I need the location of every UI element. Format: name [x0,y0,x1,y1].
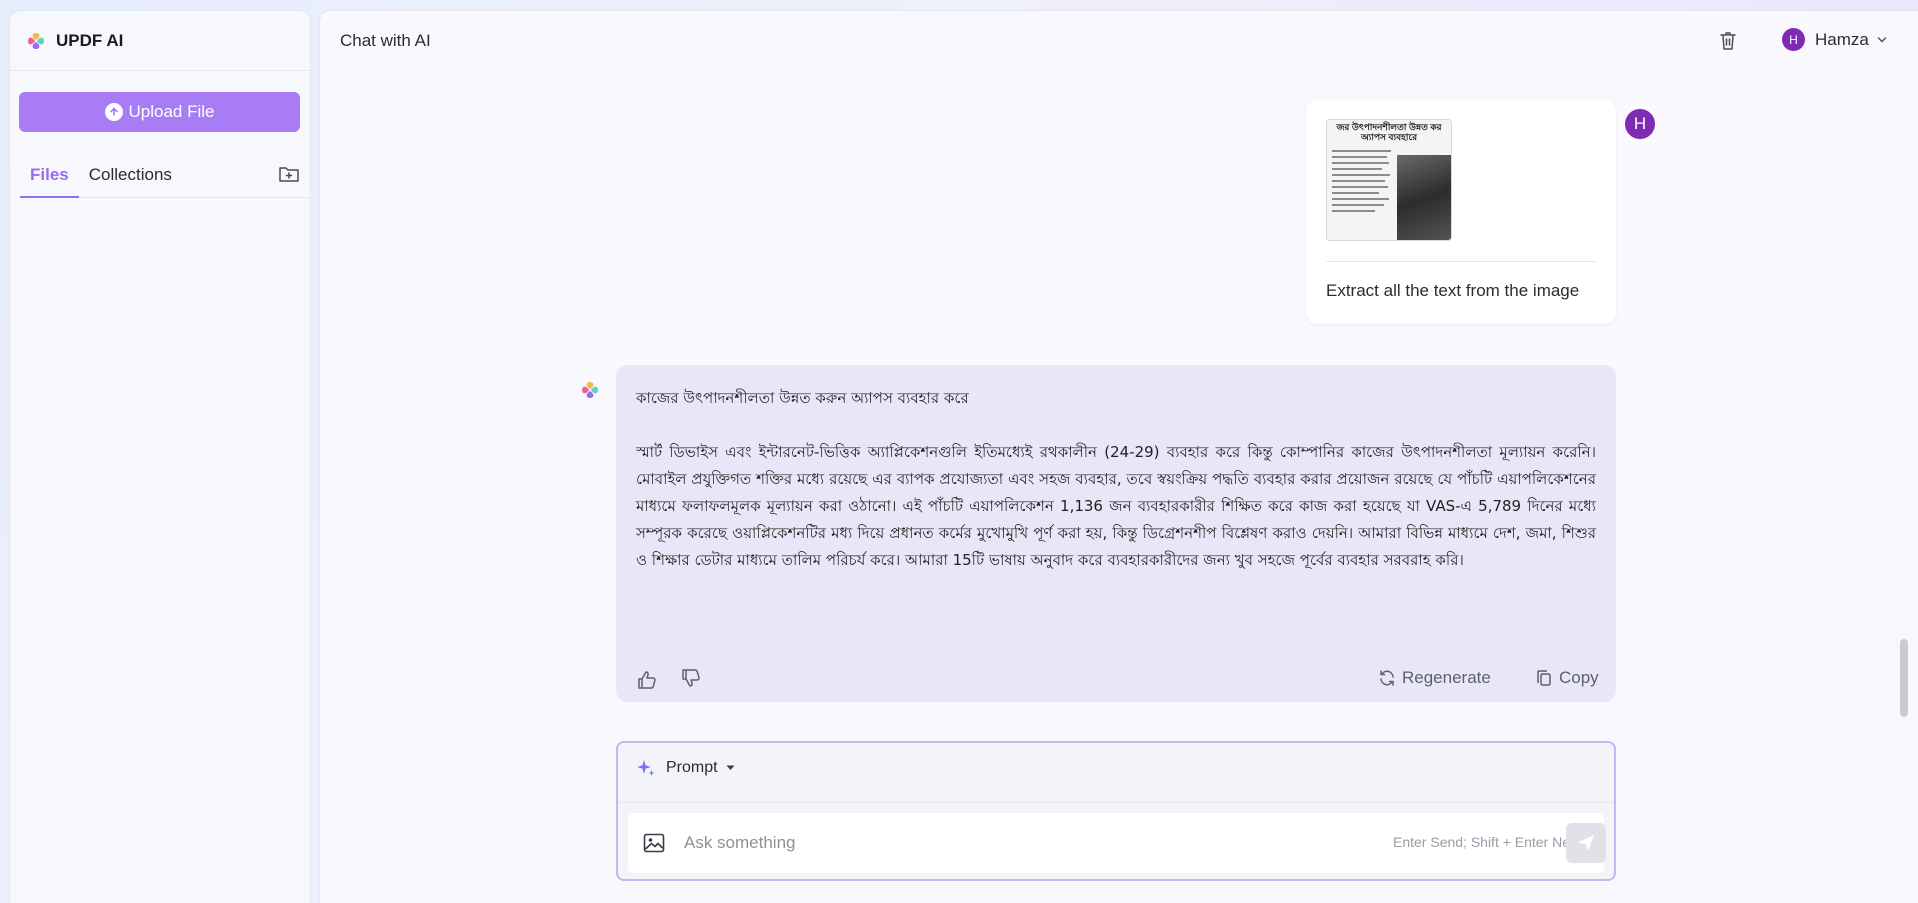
thumbnail-text-lines [1332,150,1394,216]
copy-label: Copy [1559,668,1599,687]
send-icon [1578,835,1594,851]
user-message-bubble: জর উৎপাদনশীলতা উন্নত কর অ্যাপস ব্যবহারে … [1306,99,1616,324]
send-button[interactable] [1566,823,1606,863]
caret-down-icon [726,765,735,770]
updf-logo-icon [28,32,44,49]
user-name: Hamza [1815,29,1869,49]
upload-file-button[interactable]: Upload File [19,92,300,132]
upload-arrow-icon [104,103,123,121]
user-avatar: H [1625,109,1655,139]
ai-message-title: কাজের উৎপাদনশীলতা উন্নত করুন অ্যাপস ব্যব… [636,389,969,407]
new-folder-icon[interactable] [278,164,300,184]
attached-image-thumbnail[interactable]: জর উৎপাদনশীলতা উন্নত কর অ্যাপস ব্যবহারে [1326,119,1452,241]
sidebar-tabs: Files Collections [20,154,310,198]
thumbnail-photo [1397,155,1451,240]
avatar: H [1782,28,1805,51]
ai-message-actions: Regenerate Copy [636,667,1599,693]
thumbs-down-icon[interactable] [680,667,702,689]
chat-panel: Chat with AI H Hamza জর উৎপাদনশীলতা উন্ন… [320,11,1918,903]
divider [618,802,1614,803]
composer: Prompt Enter Send; Shift + Enter Newline [616,741,1616,881]
copy-icon [1537,670,1551,686]
refresh-icon [1380,670,1394,686]
ai-message-bubble: কাজের উৎপাদনশীলতা উন্নত করুন অ্যাপস ব্যব… [616,365,1616,702]
input-box: Enter Send; Shift + Enter Newline [628,813,1606,873]
tab-files[interactable]: Files [20,154,79,198]
prompt-label: Prompt [666,759,718,776]
ask-input[interactable] [684,827,1284,859]
thumbnail-title: জর উৎপাদনশীলতা উন্নত কর অ্যাপস ব্যবহারে [1336,122,1442,142]
copy-button[interactable]: Copy [1535,668,1599,688]
tab-collections[interactable]: Collections [79,154,182,198]
image-upload-icon[interactable] [642,831,666,855]
upload-file-label: Upload File [128,102,215,121]
prompt-dropdown[interactable]: Prompt [636,758,735,778]
trash-icon[interactable] [1718,30,1738,52]
user-menu[interactable]: H Hamza [1782,28,1887,51]
divider [1326,261,1596,262]
brand-name: UPDF AI [56,30,124,50]
user-message-text: Extract all the text from the image [1326,281,1580,300]
ai-message-body: কাজের উৎপাদনশীলতা উন্নত করুন অ্যাপস ব্যব… [636,385,1596,574]
thumbs-up-icon[interactable] [636,669,658,691]
regenerate-label: Regenerate [1402,668,1491,687]
brand-header: UPDF AI [10,11,310,71]
ai-logo-icon [582,382,598,398]
scrollbar[interactable] [1900,639,1908,717]
sparkle-icon [637,760,655,776]
page-title: Chat with AI [340,31,431,50]
chat-header: Chat with AI H Hamza [320,11,1918,71]
ai-message-paragraph: স্মার্ট ডিভাইস এবং ইন্টারনেট-ভিত্তিক অ্য… [636,443,1596,569]
chevron-down-icon [1877,36,1887,42]
sidebar: UPDF AI Upload File Files Collections [10,11,310,903]
regenerate-button[interactable]: Regenerate [1378,668,1491,688]
